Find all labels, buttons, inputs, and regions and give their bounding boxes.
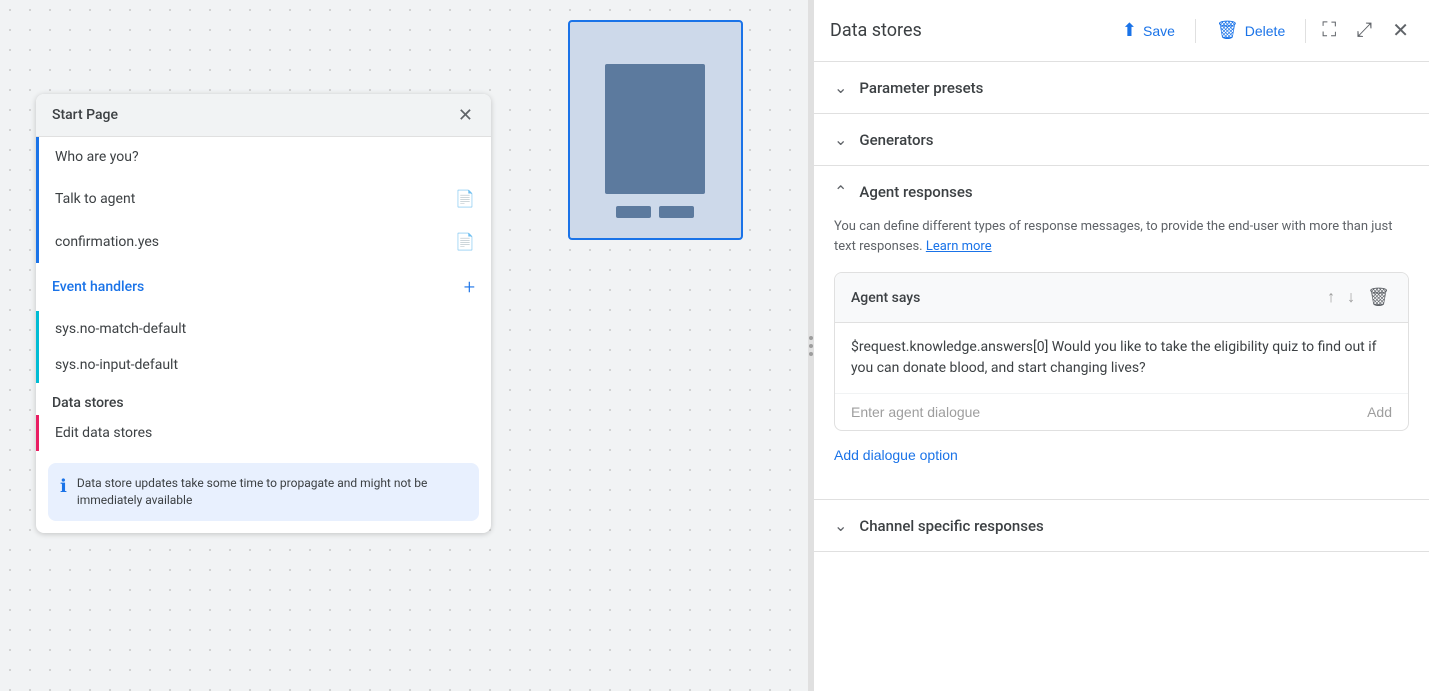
resize-dot — [809, 344, 813, 348]
chevron-down-icon: ⌄ — [834, 78, 847, 97]
panel-body: Who are you? Talk to agent 📄 confirmatio… — [36, 137, 491, 521]
generators-title: Generators — [859, 131, 933, 149]
info-box: ℹ Data store updates take some time to p… — [48, 463, 479, 521]
arrow-down-icon: ↓ — [1347, 289, 1355, 306]
nav-item-label: Who are you? — [55, 149, 139, 165]
resize-dot — [809, 336, 813, 340]
nav-item-talk-to-agent[interactable]: Talk to agent 📄 — [36, 177, 491, 220]
header-divider-2 — [1305, 19, 1306, 43]
right-panel: Data stores ⬆ Save 🗑 Delete ⛶ ⤢ ✕ ⌄ Para… — [814, 0, 1429, 691]
agent-says-card: Agent says ↑ ↓ 🗑 $request.knowledge.answ — [834, 272, 1409, 431]
chevron-down-icon: ⌄ — [834, 130, 847, 149]
event-handlers-title: Event handlers — [52, 279, 144, 295]
info-icon: ℹ — [60, 476, 67, 497]
nav-item-confirmation-yes[interactable]: confirmation.yes 📄 — [36, 220, 491, 263]
parameter-presets-title: Parameter presets — [859, 79, 983, 97]
expand-button[interactable]: ⤢ — [1352, 15, 1376, 46]
save-icon: ⬆ — [1122, 20, 1137, 41]
delete-button[interactable]: 🗑 Delete — [1208, 16, 1293, 45]
center-canvas — [520, 10, 790, 250]
chevron-down-icon: ⌄ — [834, 516, 847, 535]
delete-label: Delete — [1245, 23, 1285, 39]
delete-agent-says-button[interactable]: 🗑 — [1365, 285, 1392, 310]
arrow-up-icon: ↑ — [1327, 289, 1335, 306]
agent-message[interactable]: $request.knowledge.answers[0] Would you … — [835, 323, 1408, 394]
left-panel: Start Page ✕ Who are you? Talk to agent … — [36, 94, 491, 533]
agent-says-card-header: Agent says ↑ ↓ 🗑 — [835, 273, 1408, 323]
agent-responses-body: You can define different types of respon… — [814, 217, 1429, 499]
resize-dots — [809, 336, 813, 356]
panel-header: Start Page ✕ — [36, 94, 491, 137]
save-label: Save — [1143, 23, 1175, 39]
move-down-button[interactable]: ↓ — [1345, 287, 1357, 309]
edit-data-stores-item[interactable]: Edit data stores — [36, 415, 491, 451]
add-dialogue-option-button[interactable]: Add dialogue option — [834, 443, 958, 467]
right-panel-header: Data stores ⬆ Save 🗑 Delete ⛶ ⤢ ✕ — [814, 0, 1429, 62]
nav-item-label: confirmation.yes — [55, 234, 159, 250]
info-text: Data store updates take some time to pro… — [77, 475, 467, 509]
node-inner — [605, 64, 705, 194]
parameter-presets-header[interactable]: ⌄ Parameter presets — [814, 62, 1429, 113]
event-item-label: sys.no-match-default — [55, 321, 186, 337]
resize-dot — [809, 352, 813, 356]
close-icon: ✕ — [1392, 20, 1409, 42]
agent-says-actions: ↑ ↓ 🗑 — [1325, 285, 1392, 310]
event-item-no-match[interactable]: sys.no-match-default — [36, 311, 491, 347]
node-card[interactable] — [568, 20, 743, 240]
doc-icon: 📄 — [455, 232, 475, 251]
header-divider — [1195, 19, 1196, 43]
fullscreen-icon: ⛶ — [1322, 19, 1336, 41]
nav-item-label: Talk to agent — [55, 191, 135, 207]
channel-specific-header[interactable]: ⌄ Channel specific responses — [814, 500, 1429, 551]
node-bar-item — [659, 206, 694, 218]
learn-more-link[interactable]: Learn more — [926, 239, 992, 254]
channel-specific-section: ⌄ Channel specific responses — [814, 500, 1429, 552]
close-panel-button[interactable]: ✕ — [1388, 14, 1413, 47]
expand-icon: ⤢ — [1356, 19, 1372, 41]
parameter-presets-section: ⌄ Parameter presets — [814, 62, 1429, 114]
generators-header[interactable]: ⌄ Generators — [814, 114, 1429, 165]
add-event-handler-button[interactable]: + — [464, 275, 475, 299]
event-item-label: sys.no-input-default — [55, 357, 178, 373]
panel-title: Start Page — [52, 107, 118, 123]
save-button[interactable]: ⬆ Save — [1114, 16, 1183, 45]
node-bar — [616, 206, 694, 218]
event-handlers-section[interactable]: Event handlers + — [36, 263, 491, 311]
doc-icon: 📄 — [455, 189, 475, 208]
generators-section: ⌄ Generators — [814, 114, 1429, 166]
move-up-button[interactable]: ↑ — [1325, 287, 1337, 309]
channel-specific-title: Channel specific responses — [859, 517, 1043, 535]
right-panel-title: Data stores — [830, 20, 1102, 41]
chevron-up-icon: ⌃ — [834, 182, 847, 201]
agent-responses-section: ⌃ Agent responses You can define differe… — [814, 166, 1429, 500]
event-item-no-input[interactable]: sys.no-input-default — [36, 347, 491, 383]
agent-dialogue-input[interactable] — [851, 404, 1367, 420]
add-dialogue-button[interactable]: Add — [1367, 404, 1392, 420]
data-stores-section-title: Data stores — [36, 383, 491, 415]
agent-input-row: Add — [835, 394, 1408, 430]
agent-says-title: Agent says — [851, 290, 920, 306]
agent-responses-header[interactable]: ⌃ Agent responses — [814, 166, 1429, 217]
panel-close-button[interactable]: ✕ — [456, 104, 475, 126]
agent-responses-title: Agent responses — [859, 183, 972, 201]
description-text: You can define different types of respon… — [834, 217, 1409, 256]
nav-item-who-are-you[interactable]: Who are you? — [36, 137, 491, 177]
trash-icon: 🗑 — [1367, 287, 1390, 307]
fullscreen-button[interactable]: ⛶ — [1318, 15, 1340, 46]
edit-data-stores-label: Edit data stores — [55, 425, 152, 441]
delete-icon: 🗑 — [1216, 20, 1239, 41]
node-bar-item — [616, 206, 651, 218]
